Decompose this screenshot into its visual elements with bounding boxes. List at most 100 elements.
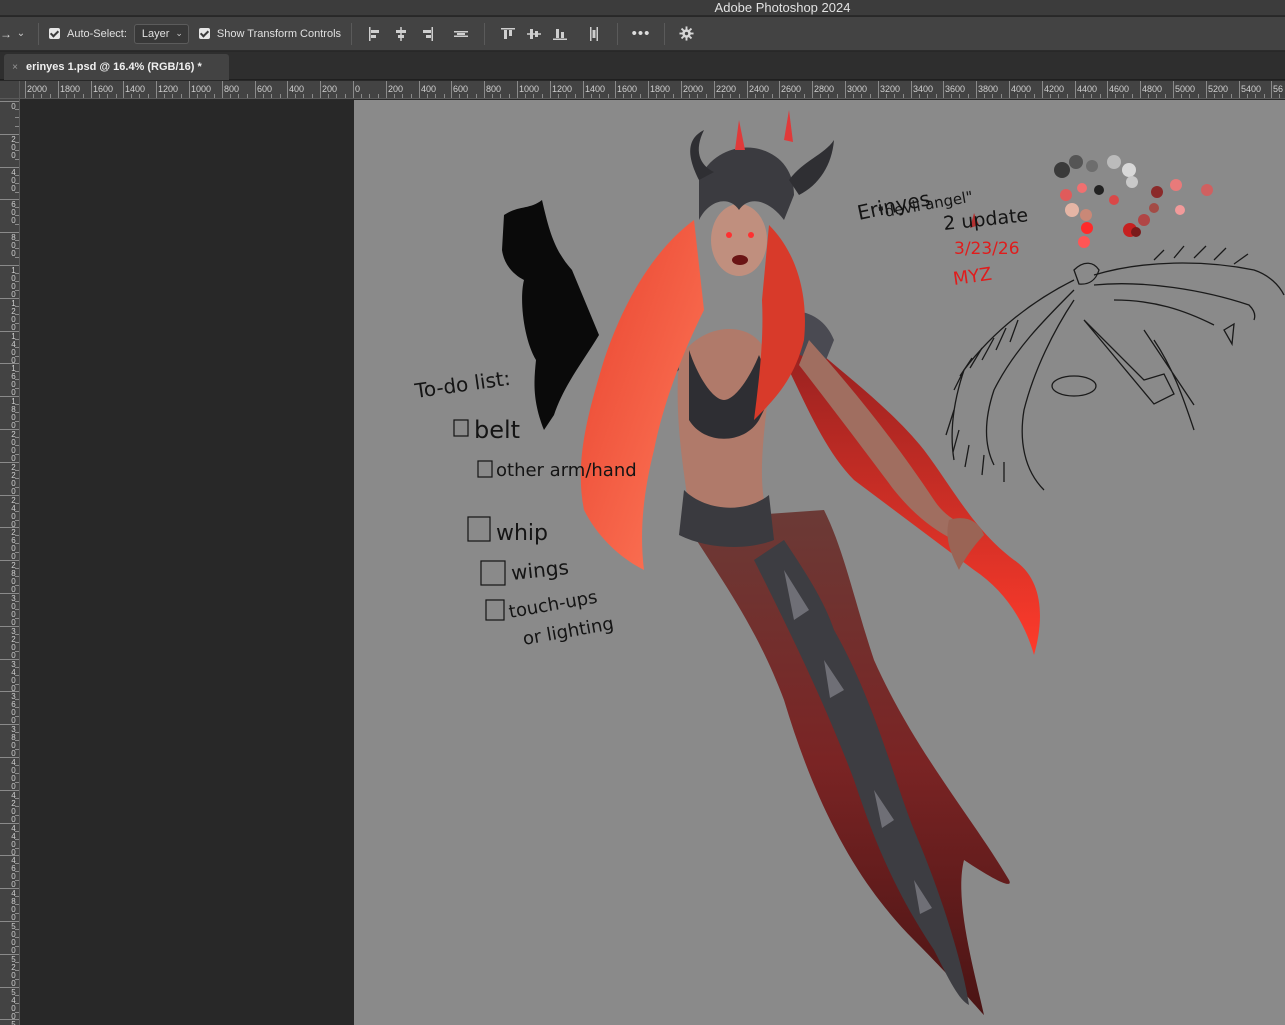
show-transform-label: Show Transform Controls (216, 27, 342, 40)
ruler-minor-tick (15, 707, 19, 708)
align-bottom-edges-icon[interactable] (549, 23, 571, 45)
ruler-major-tick (0, 232, 19, 233)
ruler-minor-tick (66, 94, 67, 98)
divider (484, 22, 486, 45)
ruler-major-tick (1107, 81, 1108, 98)
ruler-minor-tick (427, 94, 428, 98)
ruler-origin[interactable] (0, 81, 20, 99)
ruler-minor-tick (1017, 94, 1018, 98)
ruler-label: 0 (355, 84, 361, 94)
auto-select-checkbox[interactable] (49, 28, 60, 39)
ruler-minor-tick (139, 94, 140, 98)
ruler-minor-tick (214, 94, 215, 98)
ruler-major-tick (550, 81, 551, 98)
pasteboard (21, 100, 354, 1025)
more-options-icon[interactable]: ••• (628, 25, 654, 42)
ruler-major-tick (222, 81, 223, 98)
ruler-label: 2200 (716, 84, 737, 94)
caption-date: 3/23/26 (954, 239, 1020, 259)
ruler-label: 1000 (11, 266, 16, 299)
checkbox-touchups (485, 599, 505, 621)
distribute-horizontally-icon[interactable] (450, 23, 472, 45)
document-tab-bar: × erinyes 1.psd @ 16.4% (RGB/16) * (0, 52, 1285, 80)
align-horizontal-centers-icon[interactable] (390, 23, 412, 45)
distribute-vertically-icon[interactable] (583, 23, 605, 45)
ruler-minor-tick (591, 94, 592, 98)
palette-swatch (1078, 236, 1090, 248)
checkbox-whip (467, 516, 491, 542)
palette-swatch (1054, 162, 1070, 178)
ruler-horizontal[interactable]: 2000 1800 1600 1400 1200 1000 800 600 400 200 0 200… (0, 81, 1285, 99)
ruler-minor-tick (566, 94, 567, 98)
todo-item-belt: belt (474, 416, 520, 444)
ruler-label: 2400 (11, 496, 16, 529)
document-canvas[interactable]: To-do list: belt other arm/hand whip win… (354, 100, 1285, 1025)
ruler-minor-tick (238, 94, 239, 98)
ruler-minor-tick (15, 207, 19, 208)
align-right-edges-icon[interactable] (416, 23, 438, 45)
ruler-major-tick (0, 757, 19, 758)
ruler-minor-tick (74, 94, 75, 98)
show-transform-checkbox[interactable] (198, 28, 210, 39)
ruler-major-tick (255, 81, 256, 98)
ruler-minor-tick (41, 94, 42, 98)
ruler-minor-tick (795, 94, 796, 98)
ruler-vertical[interactable]: 0200400600800100012001400160018002000220… (0, 99, 20, 1025)
ruler-minor-tick (15, 904, 19, 905)
palette-swatch (1201, 184, 1213, 196)
ruler-label: 2000 (683, 84, 704, 94)
ruler-minor-tick (15, 421, 19, 422)
ruler-label: 3800 (978, 84, 999, 94)
ruler-major-tick (0, 691, 19, 692)
move-tool-icon[interactable]: → (0, 27, 12, 41)
ruler-minor-tick (378, 94, 379, 98)
ruler-major-tick (583, 81, 584, 98)
chevron-down-icon[interactable]: ⌄ (14, 28, 28, 39)
ruler-minor-tick (1058, 94, 1059, 98)
divider (351, 22, 353, 45)
ruler-label: 4000 (11, 758, 16, 791)
ruler-minor-tick (15, 371, 19, 372)
ruler-major-tick (0, 823, 19, 824)
ruler-minor-tick (936, 94, 937, 98)
palette-swatch (1060, 189, 1072, 201)
ruler-minor-tick (181, 94, 182, 98)
gear-icon[interactable] (675, 23, 697, 45)
ruler-major-tick (1075, 81, 1076, 98)
ruler-minor-tick (131, 94, 132, 98)
ruler-minor-tick (33, 94, 34, 98)
signature: MYZ (952, 264, 993, 290)
ruler-minor-tick (15, 142, 19, 143)
ruler-minor-tick (312, 94, 313, 98)
ruler-minor-tick (1025, 94, 1026, 98)
align-vertical-centers-icon[interactable] (523, 23, 545, 45)
align-top-edges-icon[interactable] (497, 23, 519, 45)
ruler-major-tick (0, 134, 19, 135)
ruler-major-tick (386, 81, 387, 98)
ruler-major-tick (0, 1019, 19, 1020)
ruler-major-tick (0, 167, 19, 168)
align-left-edges-icon[interactable] (364, 23, 386, 45)
close-icon[interactable]: × (8, 62, 22, 73)
ruler-major-tick (91, 81, 92, 98)
ruler-minor-tick (15, 601, 19, 602)
title-bar: Adobe Photoshop 2024 (0, 0, 1285, 16)
ruler-label: 2000 (11, 430, 16, 463)
auto-select-dropdown[interactable]: Layer ⌄ (133, 23, 189, 44)
ruler-label: 4400 (1077, 84, 1098, 94)
ruler-minor-tick (755, 94, 756, 98)
ruler-minor-tick (15, 379, 19, 380)
ruler-major-tick (0, 527, 19, 528)
ruler-minor-tick (15, 831, 19, 832)
ruler-label: 2600 (11, 528, 16, 561)
ruler-major-tick (845, 81, 846, 98)
document-tab[interactable]: × erinyes 1.psd @ 16.4% (RGB/16) * (4, 54, 229, 80)
ruler-minor-tick (15, 248, 19, 249)
ruler-minor-tick (15, 126, 19, 127)
ruler-label: 400 (11, 168, 16, 193)
ruler-minor-tick (15, 1012, 19, 1013)
ruler-major-tick (0, 790, 19, 791)
checkbox-other-arm (477, 460, 493, 478)
ruler-major-tick (0, 101, 19, 102)
ruler-label: 800 (486, 84, 502, 94)
